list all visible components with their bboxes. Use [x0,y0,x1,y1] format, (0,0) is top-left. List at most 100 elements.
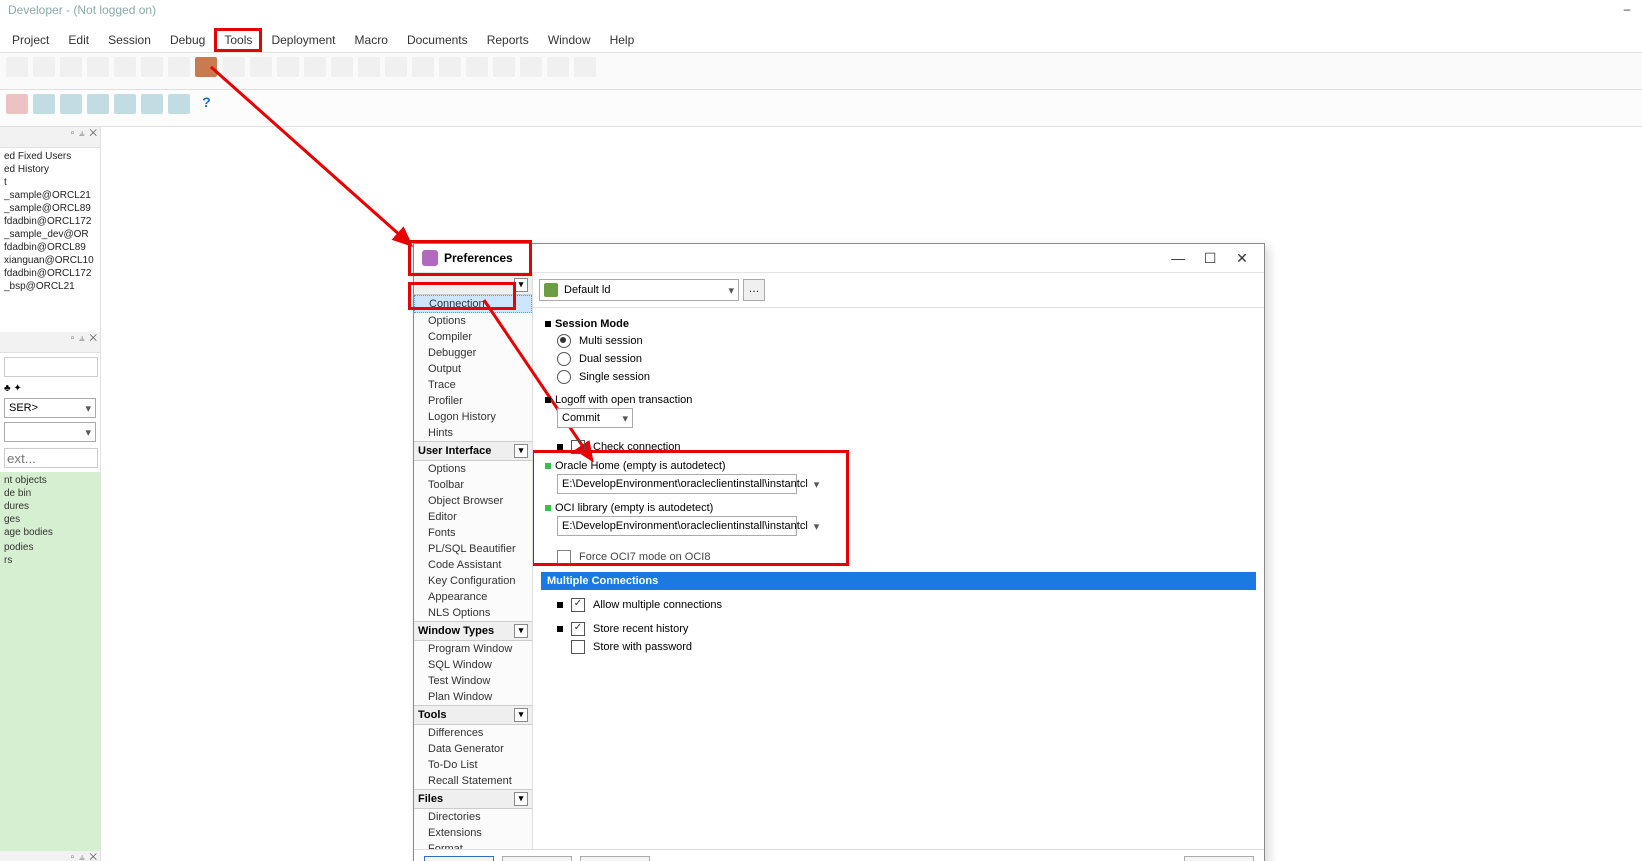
dialog-title-bar[interactable]: Preferences — ☐ ✕ [414,244,1264,273]
tree-item[interactable]: Trace [414,377,532,393]
menu-window[interactable]: Window [540,30,599,50]
list-item[interactable]: _bsp@ORCL21 [2,280,98,293]
tree-item[interactable]: Hints [414,425,532,441]
list-item[interactable]: t [2,176,98,189]
tb-icon-2[interactable] [33,57,55,77]
object-tree[interactable]: nt objects de bin dures ges age bodies p… [0,472,100,851]
tree-cat-oracle[interactable]: ▾ [414,275,532,295]
list-item[interactable]: rs [2,554,98,567]
oci-library-dropdown[interactable]: E:\DevelopEnvironment\oracleclientinstal… [557,516,797,536]
tb-icon-3[interactable] [60,57,82,77]
pane-header-2[interactable]: ▫ ⫨ ✕ [0,332,100,353]
menu-macro[interactable]: Macro [347,30,396,50]
list-item[interactable]: ed Fixed Users [2,150,98,163]
tree-item[interactable]: To-Do List [414,757,532,773]
tb-icon-17[interactable] [439,57,461,77]
cancel-button[interactable]: Cancel [502,856,572,861]
preferences-tree[interactable]: ▾ Connection Options Compiler Debugger O… [414,273,533,849]
menu-session[interactable]: Session [100,30,159,50]
filter-input[interactable] [4,448,98,468]
list-item[interactable]: ges [2,513,98,526]
tb-icon-4[interactable] [87,57,109,77]
tb2-icon-2[interactable] [33,94,55,114]
tree-item[interactable]: Compiler [414,329,532,345]
menu-project[interactable]: Project [4,30,57,50]
tb-icon-9[interactable] [223,57,245,77]
tree-item[interactable]: SQL Window [414,657,532,673]
tree-item[interactable]: Program Window [414,641,532,657]
tree-item[interactable]: Differences [414,725,532,741]
minimize-icon[interactable]: – [1618,2,1636,16]
list-item[interactable]: dures [2,500,98,513]
search-input-1[interactable] [4,357,98,377]
tree-cat-tools[interactable]: Tools▾ [414,705,532,725]
tree-item[interactable]: Profiler [414,393,532,409]
tb-icon-15[interactable] [385,57,407,77]
tree-item[interactable]: Options [414,461,532,477]
menu-edit[interactable]: Edit [60,30,97,50]
tb2-icon-7[interactable] [168,94,190,114]
tb-icon-16[interactable] [412,57,434,77]
tb-icon-5[interactable] [114,57,136,77]
tree-item[interactable]: Code Assistant [414,557,532,573]
tree-item[interactable]: Object Browser [414,493,532,509]
help-button[interactable]: Help [1184,856,1254,861]
tb2-icon-4[interactable] [87,94,109,114]
tree-item[interactable]: Key Configuration [414,573,532,589]
list-item[interactable]: xianguan@ORCL10 [2,254,98,267]
tb-icon-13[interactable] [331,57,353,77]
tree-item[interactable]: PL/SQL Beautifier [414,541,532,557]
tree-item-connection[interactable]: Connection [414,295,532,313]
menu-tools[interactable]: Tools [216,30,260,50]
tree-item[interactable]: Plan Window [414,689,532,705]
tree-item[interactable]: Format [414,841,532,849]
check-store-password[interactable] [571,640,585,654]
profile-dropdown[interactable]: Default ld ▾ [539,279,739,301]
tree-cat-ui[interactable]: User Interface▾ [414,441,532,461]
connections-list[interactable]: ed Fixed Users ed History t _sample@ORCL… [0,148,100,332]
tb-icon-12[interactable] [304,57,326,77]
list-item[interactable]: podies [2,541,98,554]
tree-item[interactable]: Extensions [414,825,532,841]
tb-icon-11[interactable] [277,57,299,77]
radio-dual-session[interactable] [557,352,571,366]
tree-item[interactable]: NLS Options [414,605,532,621]
list-item[interactable]: fdadbin@ORCL172 [2,215,98,228]
menu-help[interactable]: Help [602,30,643,50]
tree-item[interactable]: Appearance [414,589,532,605]
tree-item[interactable]: Output [414,361,532,377]
tree-item[interactable]: Data Generator [414,741,532,757]
window-controls[interactable]: – [1618,2,1636,16]
menu-documents[interactable]: Documents [399,30,476,50]
tree-item[interactable]: Toolbar [414,477,532,493]
list-item[interactable]: fdadbin@ORCL172 [2,267,98,280]
filter-dropdown[interactable]: ▾ [4,422,96,442]
tb-icon-highlighted[interactable] [195,57,217,77]
check-allow-multiple[interactable] [571,598,585,612]
list-item[interactable]: de bin [2,487,98,500]
tb2-icon-6[interactable] [141,94,163,114]
tree-item[interactable]: Editor [414,509,532,525]
menu-debug[interactable]: Debug [162,30,213,50]
dlg-close-icon[interactable]: ✕ [1228,250,1256,267]
tb-icon-10[interactable] [250,57,272,77]
tree-item[interactable]: Directories [414,809,532,825]
radio-multi-session[interactable] [557,334,571,348]
tree-item[interactable]: Options [414,313,532,329]
dlg-maximize-icon[interactable]: ☐ [1196,250,1224,267]
menu-reports[interactable]: Reports [479,30,537,50]
tree-item[interactable]: Test Window [414,673,532,689]
radio-single-session[interactable] [557,370,571,384]
oracle-home-dropdown[interactable]: E:\DevelopEnvironment\oracleclientinstal… [557,474,797,494]
tb-icon-6[interactable] [141,57,163,77]
tb-icon-18[interactable] [466,57,488,77]
logoff-dropdown[interactable]: Commit▾ [557,408,633,428]
tb-icon-20[interactable] [520,57,542,77]
dlg-minimize-icon[interactable]: — [1164,250,1192,266]
tree-item[interactable]: Logon History [414,409,532,425]
tree-item[interactable]: Debugger [414,345,532,361]
pane-header-1[interactable]: ▫ ⫨ ✕ [0,127,100,148]
profile-more-button[interactable]: … [743,279,765,301]
tb-icon-7[interactable] [168,57,190,77]
list-item[interactable]: _sample@ORCL89 [2,202,98,215]
